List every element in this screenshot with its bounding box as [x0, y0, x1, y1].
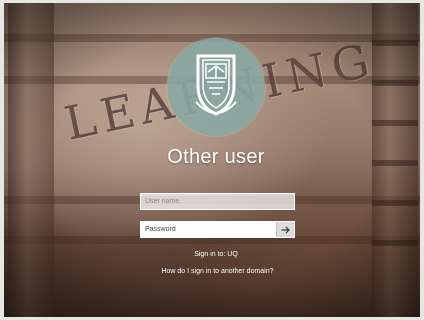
username-input[interactable]	[140, 193, 295, 210]
stone-pillar-right	[372, 0, 418, 320]
account-name-label: Other user	[167, 146, 265, 168]
frame-top	[0, 0, 424, 3]
user-avatar	[167, 38, 265, 136]
other-domain-link[interactable]: How do I sign in to another domain?	[140, 268, 295, 275]
lock-screen: LEARNING Other user Sign in to: UQ How d…	[0, 0, 424, 320]
frame-right	[420, 0, 424, 320]
password-field-group	[140, 221, 295, 238]
frame-left	[0, 0, 4, 320]
password-input[interactable]	[141, 222, 276, 237]
university-crest-icon	[195, 54, 237, 116]
sign-in-domain-text: Sign in to: UQ	[194, 251, 238, 258]
arrow-right-icon	[281, 226, 290, 233]
submit-button[interactable]	[276, 222, 294, 237]
stone-pillar-left	[8, 0, 54, 320]
